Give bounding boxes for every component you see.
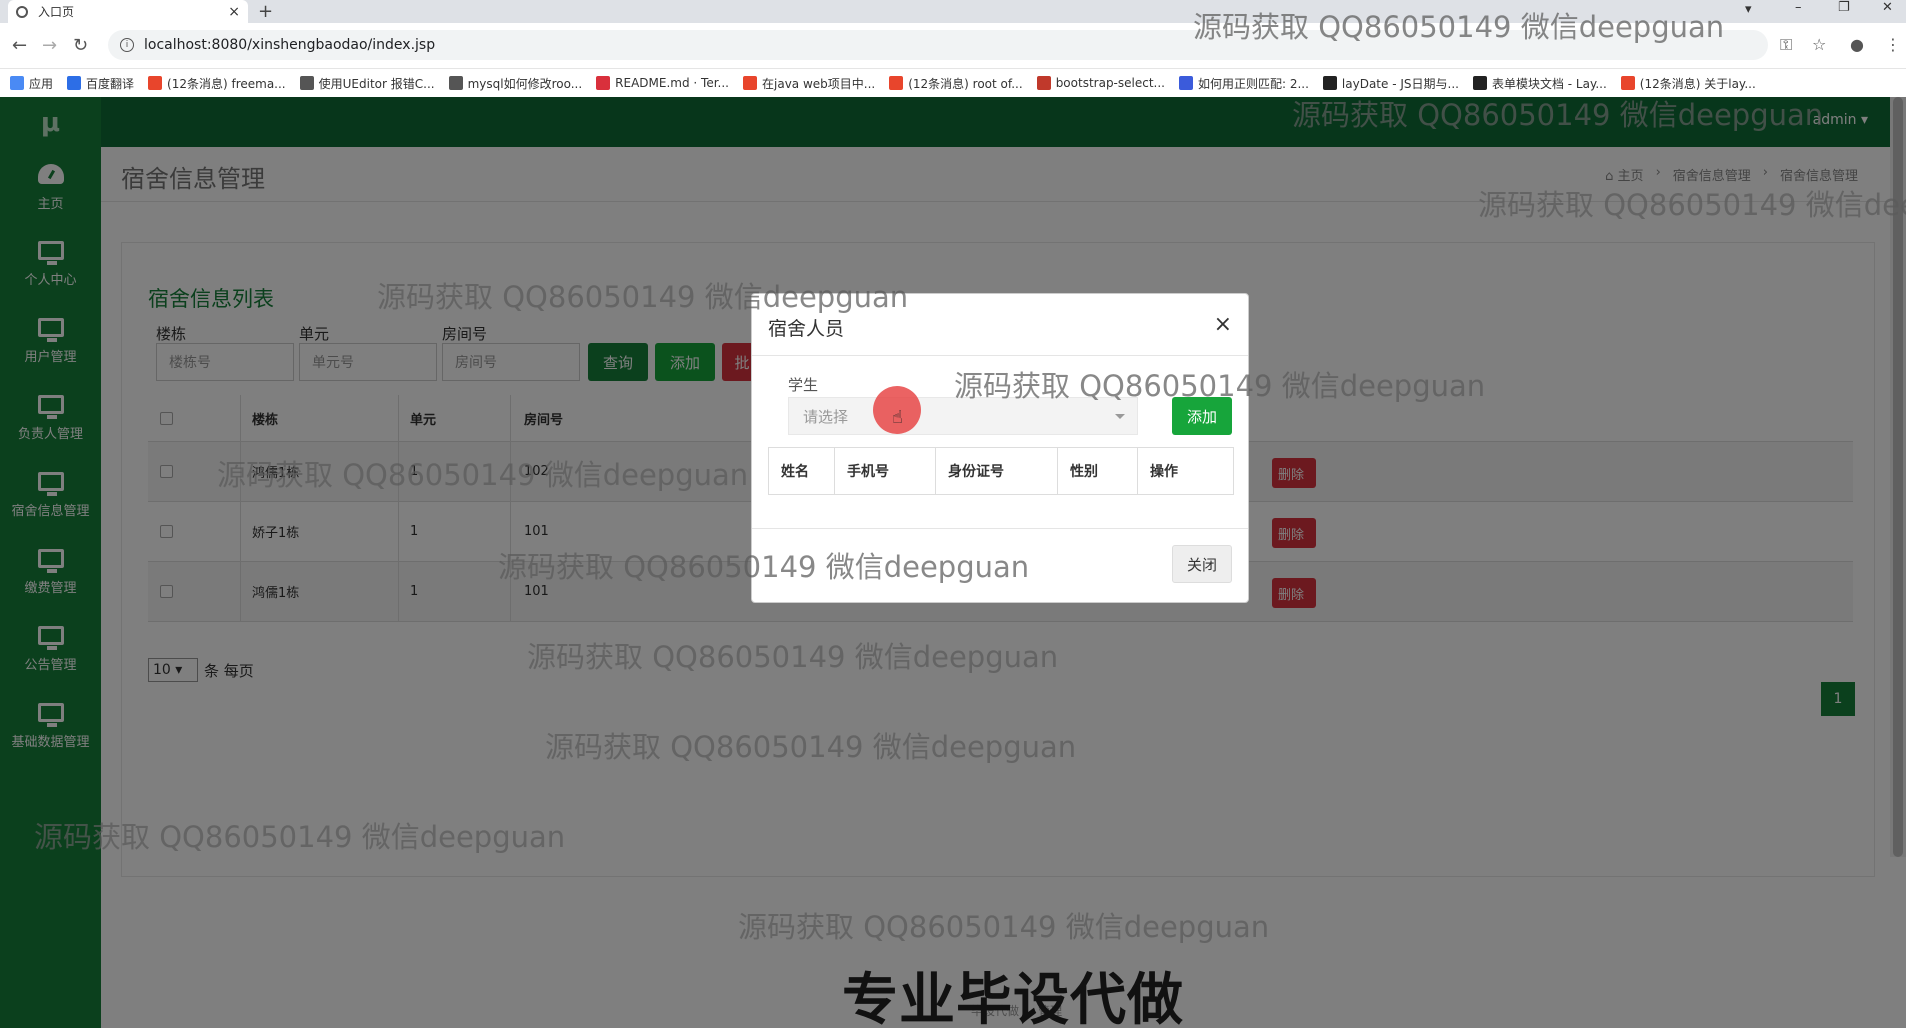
student-label: 学生 xyxy=(788,376,819,394)
bookmark-label: README.md · Ter... xyxy=(615,76,729,90)
student-select-placeholder: 请选择 xyxy=(803,407,849,426)
watermark: 源码获取 QQ86050149 微信deepguan xyxy=(217,458,749,492)
info-icon[interactable]: i xyxy=(120,38,134,52)
bookmark-label: (12条消息) freema... xyxy=(167,76,286,91)
tab-title: 入口页 xyxy=(38,5,75,19)
bookmark-label: (12条消息) 关于lay... xyxy=(1639,76,1756,91)
bookmark-favicon-icon xyxy=(889,76,904,90)
forward-icon[interactable]: → xyxy=(42,35,57,56)
bookmark-favicon-icon xyxy=(67,76,82,90)
bookmark-item[interactable]: 使用UEditor 报错C... xyxy=(299,75,435,92)
watermark: 源码获取 QQ86050149 微信deepguan xyxy=(527,640,1059,674)
watermark: 源码获取 QQ86050149 微信deepguan xyxy=(1478,188,1906,222)
more-menu-icon[interactable]: ⋮ xyxy=(1885,35,1901,54)
bookmark-label: 应用 xyxy=(29,76,54,91)
close-icon[interactable]: × xyxy=(1214,312,1232,337)
url-text: localhost:8080/xinshengbaodao/index.jsp xyxy=(144,37,436,53)
bookmark-favicon-icon xyxy=(1620,76,1635,90)
bookmark-favicon-icon xyxy=(1178,76,1193,90)
bookmark-item[interactable]: bootstrap-select... xyxy=(1036,76,1165,90)
watermark: 源码获取 QQ86050149 微信deepguan xyxy=(1292,98,1824,132)
members-table-header: 姓名 手机号 身份证号 性别 操作 xyxy=(768,447,1234,495)
bookmark-item[interactable]: (12条消息) root of... xyxy=(889,75,1023,92)
bookmark-label: 百度翻译 xyxy=(86,76,135,91)
bookmark-label: (12条消息) root of... xyxy=(908,76,1023,91)
new-tab-button[interactable]: + xyxy=(258,1,273,22)
watermark: 源码获取 QQ86050149 微信deepguan xyxy=(498,550,1030,584)
watermark: 源码获取 QQ86050149 微信deepguan xyxy=(377,280,909,314)
apps-grid-icon xyxy=(10,76,24,90)
bookmark-favicon-icon xyxy=(743,76,757,90)
watermark: 源码获取 QQ86050149 微信deepguan xyxy=(545,730,1077,764)
bookmark-item[interactable]: (12条消息) 关于lay... xyxy=(1620,75,1756,92)
modal-title: 宿舍人员 xyxy=(768,318,845,340)
bookmark-label: 如何用正则匹配: 2... xyxy=(1197,76,1309,91)
bookmark-item[interactable]: 表单模块文档 - Lay... xyxy=(1472,75,1607,92)
hand-cursor-icon: ☝ xyxy=(892,407,903,428)
caret-down-icon xyxy=(1115,414,1125,419)
key-icon[interactable]: ⚿ xyxy=(1780,35,1792,55)
bookmark-favicon-icon xyxy=(1322,76,1337,90)
bookmark-label: bootstrap-select... xyxy=(1055,76,1165,90)
watermark: 源码获取 QQ86050149 微信deepguan xyxy=(34,820,566,854)
restore-icon[interactable]: ❐ xyxy=(1838,0,1850,15)
bookmark-label: layDate - JS日期与... xyxy=(1341,76,1459,91)
window-close-icon[interactable]: ✕ xyxy=(1882,0,1893,15)
minimize-icon[interactable]: – xyxy=(1795,0,1802,15)
close-button[interactable]: 关闭 xyxy=(1172,545,1232,583)
bookmark-item[interactable]: 在java web项目中... xyxy=(743,75,875,92)
bookmark-item[interactable]: 如何用正则匹配: 2... xyxy=(1178,75,1309,92)
column-header-phone: 手机号 xyxy=(835,448,936,494)
bookmark-item[interactable]: (12条消息) freema... xyxy=(148,75,286,92)
bookmark-favicon-icon xyxy=(299,76,314,90)
watermark: 源码获取 QQ86050149 微信deepguan xyxy=(954,369,1486,403)
tab-close-icon[interactable]: × xyxy=(228,4,240,20)
bookmark-favicon-icon xyxy=(596,76,611,90)
bookmark-item[interactable]: layDate - JS日期与... xyxy=(1322,75,1459,92)
column-header-id-number: 身份证号 xyxy=(936,448,1058,494)
bookmark-favicon-icon xyxy=(1036,76,1051,90)
bookmark-label: mysql如何修改roo... xyxy=(467,76,583,91)
reload-icon[interactable]: ↻ xyxy=(73,35,88,56)
profile-menu-icon[interactable]: ▾ xyxy=(1745,2,1752,17)
back-icon[interactable]: ← xyxy=(12,35,27,56)
column-header-gender: 性别 xyxy=(1058,448,1138,494)
column-header-name: 姓名 xyxy=(769,448,835,494)
bookmark-label: 在java web项目中... xyxy=(762,76,876,91)
promo-banner: 专业毕设代做 xyxy=(842,968,1184,1028)
bookmark-favicon-icon xyxy=(448,76,463,90)
bookmark-label: 使用UEditor 报错C... xyxy=(318,76,435,91)
star-icon[interactable]: ☆ xyxy=(1812,35,1826,54)
watermark: 源码获取 QQ86050149 微信deepguan xyxy=(738,910,1270,944)
globe-icon xyxy=(16,5,28,18)
watermark: 源码获取 QQ86050149 微信deepguan xyxy=(1193,10,1725,44)
bookmark-item[interactable]: mysql如何修改roo... xyxy=(448,75,583,92)
bookmark-favicon-icon xyxy=(148,76,163,90)
bookmark-favicon-icon xyxy=(1472,76,1487,90)
browser-tab[interactable]: 入口页 × xyxy=(8,0,248,23)
bookmark-item[interactable]: 应用 xyxy=(10,75,53,92)
bookmark-item[interactable]: README.md · Ter... xyxy=(596,76,729,90)
bookmark-item[interactable]: 百度翻译 xyxy=(67,75,134,92)
account-icon[interactable]: ● xyxy=(1850,35,1864,54)
bookmark-label: 表单模块文档 - Lay... xyxy=(1491,76,1607,91)
column-header-actions: 操作 xyxy=(1150,464,1178,480)
